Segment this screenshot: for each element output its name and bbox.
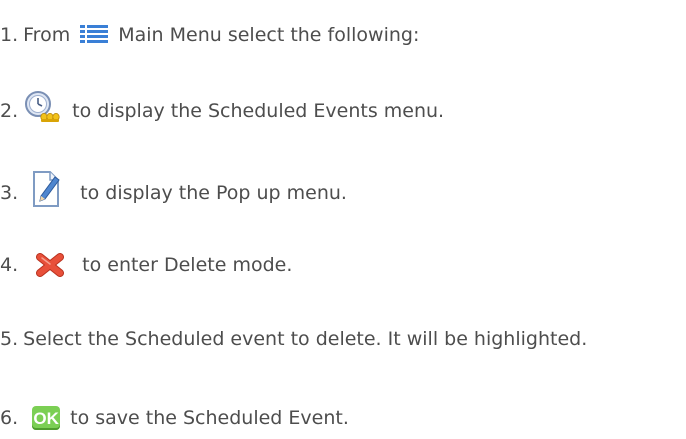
step-text: to save the Scheduled Event.	[70, 406, 349, 429]
instruction-step-2: 2. to display the Scheduled Events menu.	[0, 91, 445, 124]
step-number: 2.	[0, 99, 19, 122]
step-number: 6.	[0, 406, 19, 429]
step-prefix: From	[23, 23, 71, 46]
instruction-step-3: 3. to display the Pop up menu.	[0, 171, 347, 208]
instruction-step-4: 4. to enter Delete mode.	[0, 253, 292, 277]
instruction-step-1: 1. From Main Menu select the following:	[0, 24, 419, 46]
step-number: 5.	[0, 328, 19, 350]
step-text: Select the Scheduled event to delete. It…	[23, 328, 588, 350]
edit-document-pencil-icon	[32, 168, 62, 208]
step-text: Main Menu select the following:	[118, 23, 420, 46]
step-text: to display the Pop up menu.	[80, 181, 347, 204]
delete-x-icon	[36, 253, 65, 277]
instruction-step-6: 6. OK to save the Scheduled Event.	[0, 406, 349, 430]
step-number: 1.	[0, 23, 19, 46]
step-number: 3.	[0, 181, 19, 204]
step-text: to enter Delete mode.	[82, 253, 293, 276]
instruction-step-5: 5. Select the Scheduled event to delete.…	[0, 330, 587, 349]
scheduled-events-clock-icon	[22, 90, 60, 124]
main-menu-list-icon	[80, 24, 109, 46]
ok-icon: OK	[32, 406, 61, 430]
step-number: 4.	[0, 253, 19, 276]
ok-icon-label: OK	[33, 408, 59, 428]
step-text: to display the Scheduled Events menu.	[72, 99, 445, 122]
